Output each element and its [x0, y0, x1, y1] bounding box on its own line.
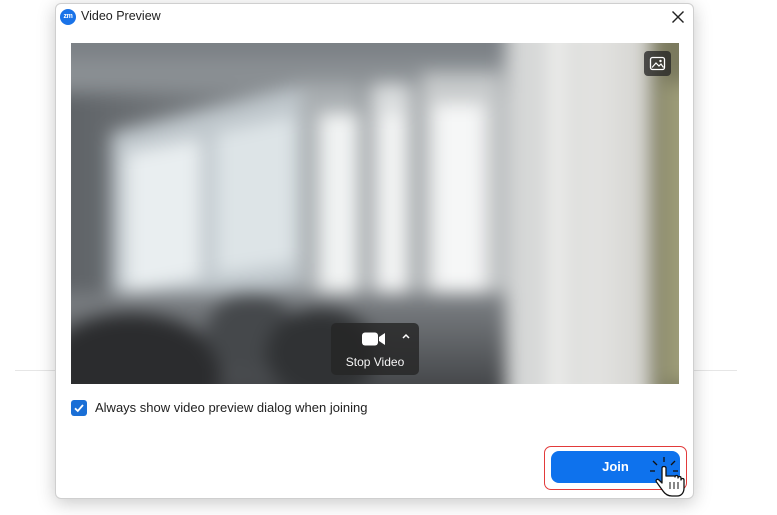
stop-video-button[interactable]: Stop Video	[331, 323, 419, 375]
app-logo: zm	[60, 9, 76, 25]
title-bar: zm Video Preview	[56, 4, 693, 30]
camera-preview: Stop Video	[71, 43, 679, 384]
join-button[interactable]: Join	[551, 451, 680, 483]
always-show-preview-checkbox[interactable]	[71, 400, 87, 416]
virtual-background-button[interactable]	[644, 51, 671, 76]
always-show-preview-label[interactable]: Always show video preview dialog when jo…	[95, 400, 367, 415]
video-camera-icon	[362, 332, 385, 346]
window-title: Video Preview	[81, 9, 161, 23]
caret-up-icon[interactable]	[401, 331, 411, 341]
stop-video-label: Stop Video	[345, 355, 405, 369]
close-icon	[672, 11, 684, 23]
image-icon	[649, 56, 666, 71]
close-button[interactable]	[669, 8, 687, 26]
checkmark-icon	[74, 404, 84, 413]
video-preview-dialog: zm Video Preview Stop Video Always show …	[55, 3, 694, 499]
